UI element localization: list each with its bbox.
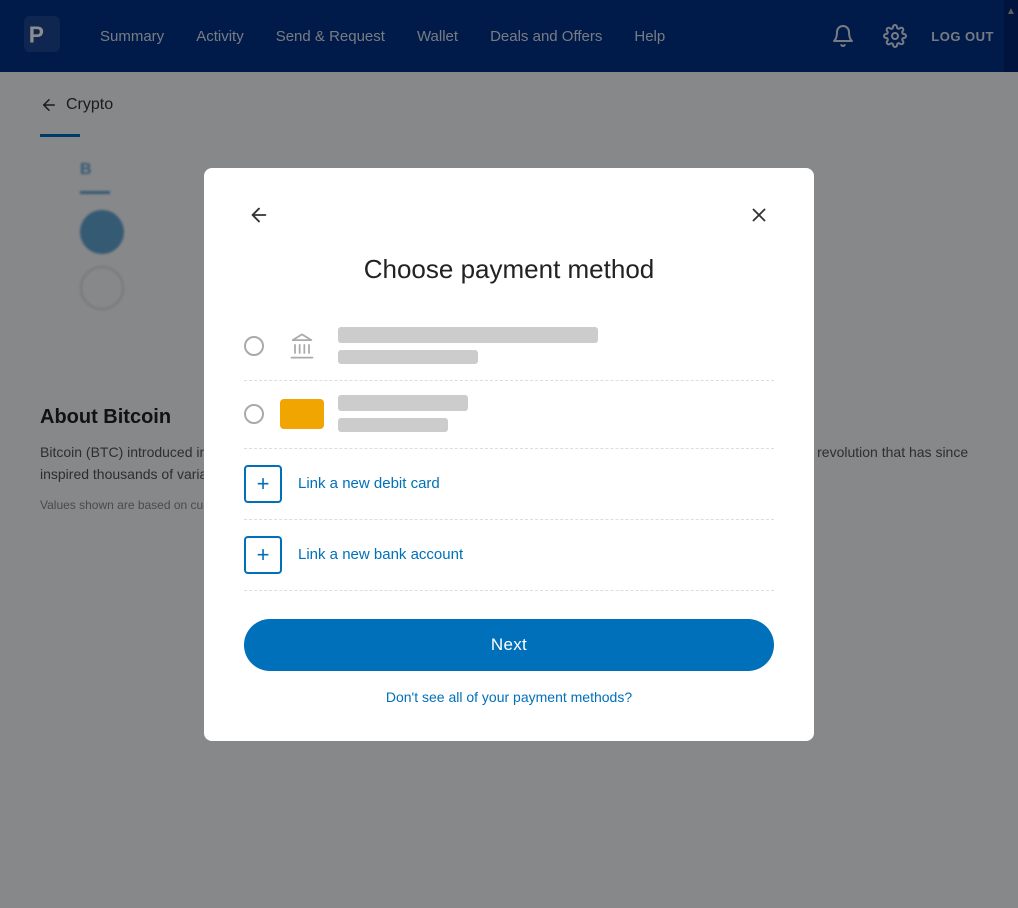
close-icon <box>748 204 770 226</box>
next-button[interactable]: Next <box>244 619 774 671</box>
modal-nav <box>244 200 774 230</box>
payment-method-modal: Choose payment method <box>204 168 814 741</box>
yellow-card-icon <box>280 399 324 429</box>
bank-account-details <box>338 327 774 366</box>
debit-card-name <box>338 395 774 412</box>
link-bank-account-row[interactable]: + Link a new bank account <box>244 520 774 591</box>
link-bank-label: Link a new bank account <box>298 546 463 563</box>
modal-close-button[interactable] <box>744 200 774 230</box>
add-debit-icon: + <box>244 465 282 503</box>
bank-icon <box>280 328 324 364</box>
bank-account-option[interactable] <box>244 313 774 381</box>
bank-account-radio[interactable] <box>244 336 264 356</box>
modal-back-button[interactable] <box>244 200 274 230</box>
link-debit-card-row[interactable]: + Link a new debit card <box>244 449 774 520</box>
modal-back-icon <box>248 204 270 226</box>
debit-card-radio[interactable] <box>244 404 264 424</box>
modal-title: Choose payment method <box>244 254 774 285</box>
missing-payment-methods-link[interactable]: Don't see all of your payment methods? <box>244 689 774 705</box>
debit-card-icon <box>280 396 324 432</box>
bank-account-number <box>338 346 774 366</box>
debit-card-details <box>338 395 774 434</box>
bank-account-name <box>338 327 774 344</box>
modal-overlay: Choose payment method <box>0 0 1018 908</box>
add-bank-icon: + <box>244 536 282 574</box>
debit-card-number <box>338 414 774 434</box>
link-debit-label: Link a new debit card <box>298 475 440 492</box>
debit-card-option[interactable] <box>244 381 774 449</box>
